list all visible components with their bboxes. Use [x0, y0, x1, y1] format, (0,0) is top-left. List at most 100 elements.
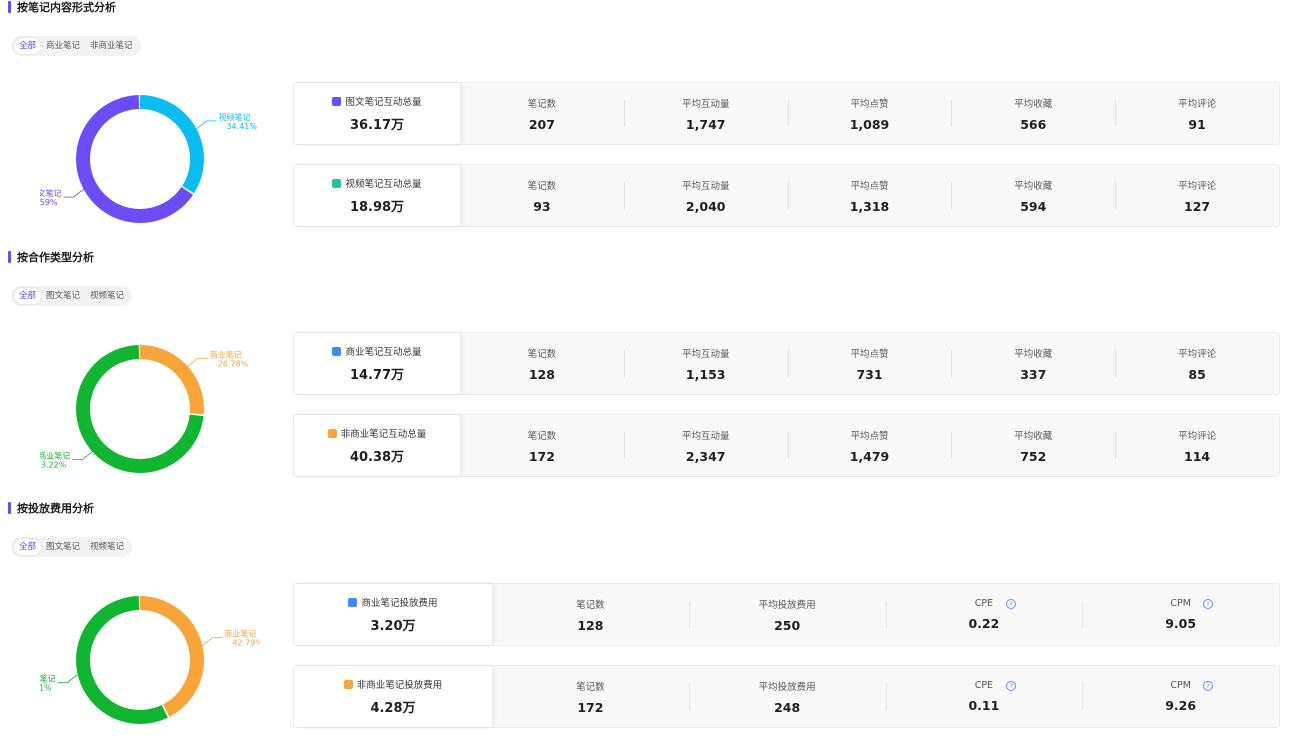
metric-row: 笔记数 207 平均互动量 1,747 平均点赞 1,089 平均收藏 566 平均评论 91: [460, 83, 1279, 144]
stats-card: 非商业笔记互动总量 40.38万 笔记数 172 平均互动量 2,347 平均点赞 1,479…: [293, 414, 1280, 477]
metric-cell: 笔记数 128: [492, 584, 689, 645]
metric-cell: CPM 9.05?: [1082, 584, 1279, 645]
donut-percent: 73.22%: [40, 461, 67, 470]
analysis-section: 按合作类型分析全部图文笔记视频笔记商业笔记26.78%非商业笔记73.22%商业…: [0, 250, 1295, 495]
metric-label: 平均评论: [1178, 430, 1217, 442]
stats-card: 图文笔记互动总量 36.17万 笔记数 207 平均互动量 1,747 平均点赞 1,089 平…: [293, 82, 1280, 145]
section-title-text: 按投放费用分析: [17, 502, 94, 515]
tab-1[interactable]: 商业笔记: [41, 38, 85, 54]
metric-label: 平均互动量: [681, 180, 730, 192]
tab-0[interactable]: 全部: [14, 38, 42, 54]
non-business-note-icon: [343, 679, 353, 689]
total-label-text: 视频笔记互动总量: [345, 179, 422, 190]
donut-leader-line: [202, 637, 223, 646]
metric-value: 2,040: [685, 198, 726, 214]
image-note-icon: [332, 96, 342, 106]
donut-label: 商业笔记: [210, 349, 242, 359]
metric-cell: 笔记数 93: [460, 165, 624, 226]
tab-1[interactable]: 图文笔记: [41, 539, 85, 555]
metric-cell: 平均评论 91: [1115, 83, 1279, 144]
business-note-icon: [348, 597, 358, 607]
total-label: 视频笔记互动总量: [332, 176, 422, 190]
total-label: 商业笔记投放费用: [348, 595, 438, 609]
donut-chart: 视频笔记34.41% 图文笔记65.59%: [40, 95, 257, 223]
donut-label: 商业笔记: [224, 629, 256, 639]
tab-2[interactable]: 非商业笔记: [85, 38, 138, 54]
metric-label: 平均投放费用: [758, 681, 816, 693]
metric-value: 250: [774, 617, 801, 633]
tab-0[interactable]: 全部: [14, 539, 42, 555]
total-label-text: 商业笔记互动总量: [345, 347, 422, 358]
metric-value: 2,347: [685, 448, 726, 464]
metric-value: 85: [1188, 366, 1206, 382]
tab-2[interactable]: 视频笔记: [85, 539, 129, 555]
metric-value: 9.05: [1165, 616, 1197, 631]
metric-label: CPE: [974, 680, 994, 691]
metric-value: 128: [577, 617, 604, 633]
total-panel: 非商业笔记投放费用 4.28万: [294, 666, 492, 727]
section-title-text: 按合作类型分析: [17, 251, 94, 264]
metric-cell: 平均收藏 337: [951, 333, 1115, 394]
metric-label: 平均评论: [1178, 180, 1217, 192]
metric-value: 0.22: [968, 616, 1000, 631]
donut-leader-line: [187, 357, 208, 367]
metric-label: 平均收藏: [1014, 430, 1053, 442]
metric-cell: 平均评论 127: [1115, 165, 1279, 226]
help-icon[interactable]: ?: [1006, 681, 1017, 691]
tab-1[interactable]: 图文笔记: [41, 288, 85, 304]
filter-tabs: 全部 图文笔记 视频笔记: [11, 286, 133, 306]
tab-2[interactable]: 视频笔记: [85, 288, 129, 304]
metric-cell: 平均点赞 1,318: [787, 165, 952, 226]
metric-label: 平均点赞: [850, 98, 889, 110]
metric-label: 笔记数: [527, 348, 557, 360]
metric-label: 平均投放费用: [758, 599, 816, 611]
total-panel: 图文笔记互动总量 36.17万: [294, 83, 460, 144]
section-title: 按笔记内容形式分析: [8, 0, 116, 14]
metric-cell: CPE 0.11?: [885, 666, 1083, 727]
title-accent-bar: [8, 251, 11, 263]
stats-card: 商业笔记互动总量 14.77万 笔记数 128 平均互动量 1,153 平均点赞 731 平均收…: [293, 332, 1280, 395]
donut-label: 非商业笔记: [40, 673, 56, 683]
help-icon[interactable]: ?: [1006, 599, 1017, 609]
help-icon[interactable]: ?: [1203, 599, 1213, 609]
metric-cell: 笔记数 172: [460, 415, 624, 476]
metric-row: 笔记数 128 平均投放费用 250 CPE 0.22? CPM 9.05?: [492, 584, 1279, 645]
total-value: 4.28万: [370, 701, 416, 716]
metric-cell: 平均点赞 1,479: [787, 415, 952, 476]
total-panel: 非商业笔记互动总量 40.38万: [294, 415, 460, 476]
business-note-icon: [332, 346, 342, 356]
total-panel: 商业笔记互动总量 14.77万: [294, 333, 460, 394]
metric-row: 笔记数 172 平均投放费用 248 CPE 0.11? CPM 9.26?: [492, 666, 1279, 727]
tab-0[interactable]: 全部: [14, 288, 42, 304]
metric-cell: 平均点赞 1,089: [787, 83, 952, 144]
total-label: 非商业笔记互动总量: [327, 426, 426, 440]
stats-card: 非商业笔记投放费用 4.28万 笔记数 172 平均投放费用 248 CPE 0.11? CPM…: [293, 665, 1280, 728]
metric-value: 731: [856, 366, 883, 382]
metric-value: 172: [577, 699, 604, 715]
metric-value: 0.11: [968, 698, 1000, 713]
total-label-text: 非商业笔记投放费用: [356, 680, 443, 691]
metric-value: 1,479: [849, 448, 890, 464]
metric-label: 平均收藏: [1014, 348, 1053, 360]
metric-cell: 平均互动量 2,040: [623, 165, 788, 226]
donut-label: 图文笔记: [40, 188, 62, 198]
donut-leader-line: [57, 674, 78, 683]
metric-row: 笔记数 172 平均互动量 2,347 平均点赞 1,479 平均收藏 752 平均评论 114: [460, 415, 1279, 476]
donut-percent: 42.79%: [232, 639, 260, 648]
metric-label: CPM: [1170, 598, 1191, 609]
metric-label: 笔记数: [576, 681, 605, 693]
metric-row: 笔记数 93 平均互动量 2,040 平均点赞 1,318 平均收藏 594 平均评论 127: [460, 165, 1279, 226]
metric-label: 平均收藏: [1014, 98, 1053, 110]
help-icon[interactable]: ?: [1203, 681, 1213, 691]
metric-cell: CPE 0.22?: [885, 584, 1083, 645]
metric-label: 平均互动量: [681, 98, 730, 110]
metric-label: 平均评论: [1178, 348, 1217, 360]
non-business-note-icon: [327, 428, 337, 438]
donut-percent: 65.59%: [40, 198, 58, 207]
metric-value: 93: [533, 198, 551, 214]
metric-label: 笔记数: [576, 599, 605, 611]
metric-label: 平均收藏: [1014, 180, 1053, 192]
metric-value: 114: [1184, 448, 1211, 464]
metric-cell: 笔记数 128: [460, 333, 624, 394]
total-value: 3.20万: [370, 619, 416, 634]
